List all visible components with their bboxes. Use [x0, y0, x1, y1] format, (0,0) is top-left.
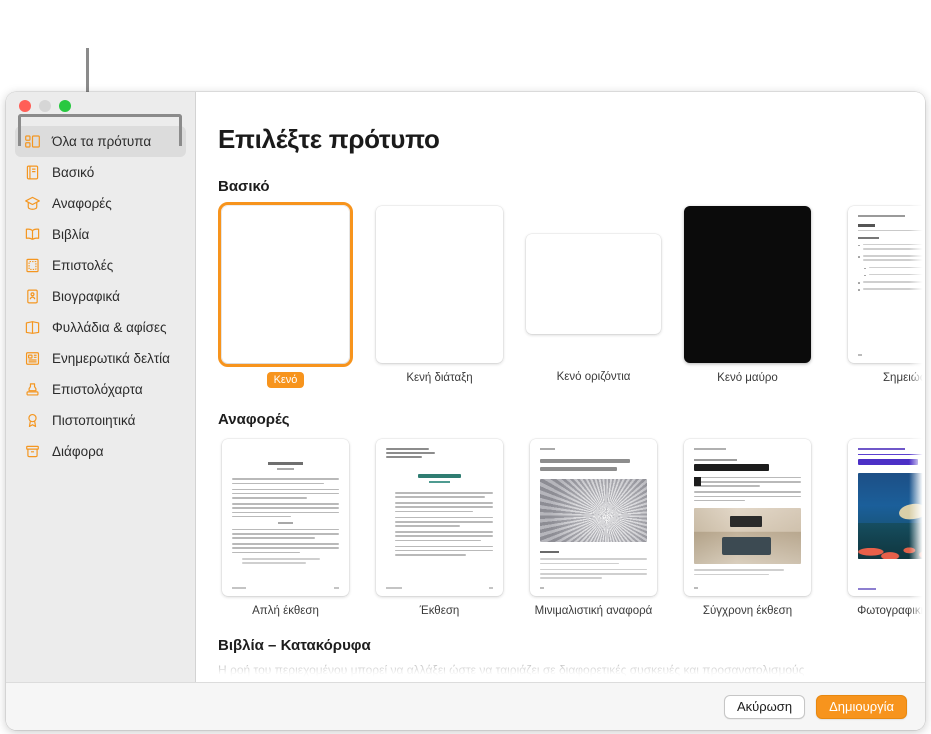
template-card-blank[interactable]: Κενό — [218, 202, 353, 388]
template-label-simple-report: Απλή έκθεση — [252, 605, 319, 617]
template-label-modern-report: Σύγχρονη έκθεση — [702, 605, 793, 617]
cancel-button[interactable]: Ακύρωση — [723, 694, 806, 719]
sidebar-list: Όλα τα πρότυπα Βασικό Αναφορές Βιβλία Επ… — [6, 120, 195, 467]
sidebar-item-newsletters[interactable]: Ενημερωτικά δελτία — [15, 343, 186, 374]
sidebar-item-miscellaneous[interactable]: Διάφορα — [15, 436, 186, 467]
section-heading-books: Βιβλία – Κατακόρυφα — [218, 637, 371, 654]
sidebar-item-label: Αναφορές — [52, 196, 112, 211]
sidebar-item-label: Όλα τα πρότυπα — [52, 134, 152, 149]
section-heading-basic: Βασικό — [218, 178, 270, 195]
section-heading-reports: Αναφορές — [218, 411, 290, 428]
sidebar-item-label: Βιβλία — [52, 227, 90, 242]
sidebar-item-basic[interactable]: Βασικό — [15, 157, 186, 188]
sidebar-item-label: Βιογραφικά — [52, 289, 120, 304]
template-thumbnail-minimal-report[interactable] — [530, 439, 657, 596]
simple-report-preview — [222, 439, 349, 596]
template-row-reports: Απλή έκθεση Έκθεση Μινιμαλιστική αναφορά… — [218, 439, 925, 617]
sidebar-item-books[interactable]: Βιβλία — [15, 219, 186, 250]
sidebar-item-flyers-posters[interactable]: Φυλλάδια & αφίσες — [15, 312, 186, 343]
basic-icon — [26, 165, 39, 180]
template-caption: Κενό — [218, 372, 353, 388]
sidebar-item-label: Επιστολόχαρτα — [52, 382, 143, 397]
close-icon[interactable] — [19, 100, 31, 112]
template-thumbnail-blank-landscape[interactable] — [526, 234, 661, 334]
sidebar-item-resumes[interactable]: Βιογραφικά — [15, 281, 186, 312]
screenshot-root: Όλα τα πρότυπα Βασικό Αναφορές Βιβλία Επ… — [0, 0, 931, 734]
template-gallery[interactable]: Επιλέξτε πρότυπο Βασικό Κενό Κενή διάταξ… — [196, 92, 925, 682]
template-row-basic: Κενό Κενή διάταξη Κενό οριζόντια Κενό μα… — [218, 202, 925, 388]
books-icon — [25, 228, 40, 241]
template-label-minimal-report: Μινιμαλιστική αναφορά — [534, 605, 653, 617]
photo-report-preview — [848, 439, 925, 596]
template-chooser-window: Όλα τα πρότυπα Βασικό Αναφορές Βιβλία Επ… — [6, 92, 925, 730]
minimize-icon[interactable] — [39, 100, 51, 112]
resumes-icon — [27, 289, 38, 304]
stationery-icon — [26, 383, 39, 396]
section-books-body: Η ροή του περιεχομένου μπορεί να αλλάξει… — [218, 663, 805, 677]
dialog-footer: Ακύρωση Δημιουργία — [6, 682, 925, 730]
template-card-photo-report[interactable]: Φωτογραφική έκθεση — [834, 439, 925, 617]
section-books-vertical: Βιβλία – Κατακόρυφα Η ροή του περιεχομέν… — [218, 637, 925, 677]
template-thumbnail-blank[interactable] — [218, 202, 353, 367]
sidebar-item-label: Ενημερωτικά δελτία — [52, 351, 170, 366]
template-card-simple-report[interactable]: Απλή έκθεση — [218, 439, 353, 617]
template-thumbnail-simple-report[interactable] — [222, 439, 349, 596]
template-label-essay: Έκθεση — [419, 605, 460, 617]
sidebar-item-label: Βασικό — [52, 165, 95, 180]
traffic-lights — [6, 92, 195, 120]
letters-icon — [26, 258, 39, 273]
zoom-icon[interactable] — [59, 100, 71, 112]
page-title: Επιλέξτε πρότυπο — [218, 124, 440, 154]
template-card-notes[interactable]: Σημειώσεις — [834, 206, 925, 384]
sidebar-item-label: Πιστοποιητικά — [52, 413, 136, 428]
miscellaneous-icon — [26, 445, 39, 458]
template-label-notes: Σημειώσεις — [882, 372, 925, 384]
create-button[interactable]: Δημιουργία — [816, 694, 907, 719]
modern-report-preview — [684, 439, 811, 596]
essay-report-preview — [376, 439, 503, 596]
template-label-blank-black: Κενό μαύρο — [717, 372, 778, 384]
gallery-scroll: Επιλέξτε πρότυπο Βασικό Κενό Κενή διάταξ… — [218, 92, 925, 677]
template-card-modern-report[interactable]: Σύγχρονη έκθεση — [680, 439, 815, 617]
template-label-photo-report: Φωτογραφική έκθεση — [857, 605, 925, 617]
sidebar-item-label: Διάφορα — [52, 444, 104, 459]
sidebar-item-stationery[interactable]: Επιστολόχαρτα — [15, 374, 186, 405]
template-card-minimal-report[interactable]: Μινιμαλιστική αναφορά — [526, 439, 661, 617]
sidebar: Όλα τα πρότυπα Βασικό Αναφορές Βιβλία Επ… — [6, 92, 196, 682]
template-thumbnail-blank-black[interactable] — [684, 206, 811, 363]
sidebar-item-certificates[interactable]: Πιστοποιητικά — [15, 405, 186, 436]
sidebar-item-all-templates[interactable]: Όλα τα πρότυπα — [15, 126, 186, 157]
sidebar-item-label: Φυλλάδια & αφίσες — [52, 320, 167, 335]
template-card-blank-layout[interactable]: Κενή διάταξη — [372, 206, 507, 384]
newsletters-icon — [25, 352, 40, 365]
sidebar-item-reports[interactable]: Αναφορές — [15, 188, 186, 219]
minimal-report-preview — [530, 439, 657, 596]
template-card-blank-black[interactable]: Κενό μαύρο — [680, 206, 815, 384]
template-thumbnail-photo-report[interactable] — [848, 439, 925, 596]
template-thumbnail-modern-report[interactable] — [684, 439, 811, 596]
all-templates-icon — [25, 135, 40, 148]
flyers-posters-icon — [25, 321, 40, 334]
sidebar-item-label: Επιστολές — [52, 258, 114, 273]
notes-preview — [848, 206, 925, 363]
reports-icon — [25, 196, 40, 210]
template-label-blank: Κενό — [266, 372, 305, 388]
template-label-blank-landscape: Κενό οριζόντια — [556, 371, 631, 383]
sidebar-item-letters[interactable]: Επιστολές — [15, 250, 186, 281]
template-label-blank-layout: Κενή διάταξη — [406, 372, 473, 384]
template-thumbnail-essay[interactable] — [376, 439, 503, 596]
window-body: Όλα τα πρότυπα Βασικό Αναφορές Βιβλία Επ… — [6, 92, 925, 682]
template-card-essay[interactable]: Έκθεση — [372, 439, 507, 617]
template-thumbnail-notes[interactable] — [848, 206, 925, 363]
template-thumbnail-blank-layout[interactable] — [376, 206, 503, 363]
certificates-icon — [28, 413, 37, 428]
template-card-blank-landscape[interactable]: Κενό οριζόντια — [526, 206, 661, 383]
